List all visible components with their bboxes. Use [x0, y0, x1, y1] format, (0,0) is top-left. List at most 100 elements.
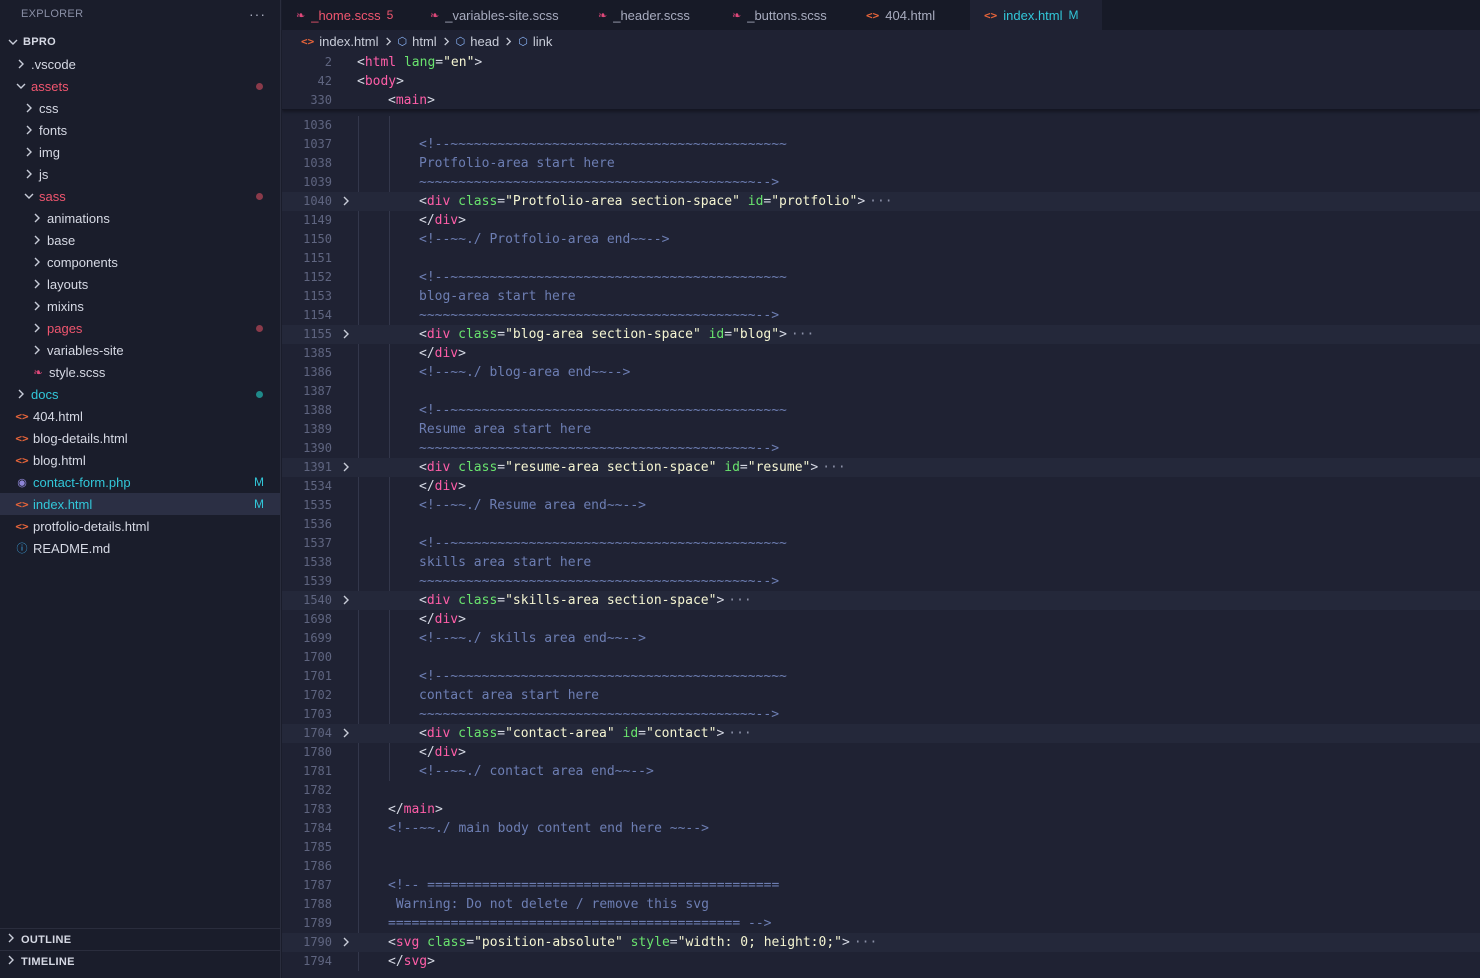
code-line[interactable]: 1036: [282, 116, 1480, 135]
folded-region-ellipsis[interactable]: ···: [869, 194, 892, 209]
tab-404-html[interactable]: <> 404.html: [852, 0, 970, 30]
code-line[interactable]: 1781 <!--~~./ contact area end~~-->: [282, 762, 1480, 781]
code-line[interactable]: 1790 <svg class="position-absolute" style…: [282, 933, 1480, 952]
code-line[interactable]: 1537 <!--~~~~~~~~~~~~~~~~~~~~~~~~~~~~~~~~…: [282, 534, 1480, 553]
chevron-right-icon[interactable]: [31, 323, 43, 333]
tree-item-assets[interactable]: assets: [0, 75, 280, 97]
folded-region-ellipsis[interactable]: ···: [822, 460, 845, 475]
code-line[interactable]: 1154 ~~~~~~~~~~~~~~~~~~~~~~~~~~~~~~~~~~~~…: [282, 306, 1480, 325]
folded-region-ellipsis[interactable]: ···: [728, 726, 751, 741]
code-line[interactable]: 1703 ~~~~~~~~~~~~~~~~~~~~~~~~~~~~~~~~~~~~…: [282, 705, 1480, 724]
fold-chevron-icon[interactable]: [341, 591, 353, 611]
code-line[interactable]: 1155 <div class="blog-area section-space"…: [282, 325, 1480, 344]
chevron-down-icon[interactable]: [23, 191, 35, 201]
chevron-down-icon[interactable]: [7, 37, 19, 47]
code-line[interactable]: 1538 skills area start here: [282, 553, 1480, 572]
sticky-code-line[interactable]: 2 <html lang="en">: [282, 53, 1480, 72]
tree-item-layouts[interactable]: layouts: [0, 273, 280, 295]
code-line[interactable]: 1784 <!--~~./ main body content end here …: [282, 819, 1480, 838]
folded-region-ellipsis[interactable]: ···: [854, 935, 877, 950]
chevron-right-icon[interactable]: [31, 301, 43, 311]
tree-item-mixins[interactable]: mixins: [0, 295, 280, 317]
chevron-right-icon[interactable]: [31, 235, 43, 245]
tab-home-scss[interactable]: ❧ _home.scss 5: [282, 0, 416, 30]
chevron-right-icon[interactable]: [31, 345, 43, 355]
chevron-right-icon[interactable]: [23, 169, 35, 179]
tree-item-sass[interactable]: sass: [0, 185, 280, 207]
tree-item-style-scss[interactable]: ❧ style.scss: [0, 361, 280, 383]
code-line[interactable]: 1698 </div>: [282, 610, 1480, 629]
tab-index-html[interactable]: <> index.html M: [970, 0, 1102, 30]
code-line[interactable]: 1040 <div class="Protfolio-area section-s…: [282, 192, 1480, 211]
chevron-right-icon[interactable]: [31, 279, 43, 289]
fold-chevron-icon[interactable]: [341, 325, 353, 345]
tree-item-vscode[interactable]: .vscode: [0, 53, 280, 75]
code-line[interactable]: 1039 ~~~~~~~~~~~~~~~~~~~~~~~~~~~~~~~~~~~~…: [282, 173, 1480, 192]
fold-chevron-icon[interactable]: [341, 458, 353, 478]
tree-item-blog-html[interactable]: <> blog.html: [0, 449, 280, 471]
chevron-right-icon[interactable]: [31, 257, 43, 267]
code-line[interactable]: 1534 </div>: [282, 477, 1480, 496]
code-line[interactable]: 1788 Warning: Do not delete / remove thi…: [282, 895, 1480, 914]
code-line[interactable]: 1704 <div class="contact-area" id="contac…: [282, 724, 1480, 743]
sticky-code-line[interactable]: 330 <main>: [282, 91, 1480, 110]
breadcrumb-item[interactable]: index.html: [319, 34, 378, 49]
code-line[interactable]: 1536: [282, 515, 1480, 534]
code-line[interactable]: 1539 ~~~~~~~~~~~~~~~~~~~~~~~~~~~~~~~~~~~~…: [282, 572, 1480, 591]
chevron-right-icon[interactable]: [15, 389, 27, 399]
chevron-right-icon[interactable]: [31, 213, 43, 223]
tab-buttons-scss[interactable]: ❧ _buttons.scss: [718, 0, 852, 30]
tree-item-404-html[interactable]: <> 404.html: [0, 405, 280, 427]
outline-section[interactable]: OUTLINE: [0, 928, 280, 950]
tree-item-animations[interactable]: animations: [0, 207, 280, 229]
code-line[interactable]: 1038 Protfolio-area start here: [282, 154, 1480, 173]
code-line[interactable]: 1702 contact area start here: [282, 686, 1480, 705]
code-line[interactable]: 1535 <!--~~./ Resume area end~~-->: [282, 496, 1480, 515]
code-editor[interactable]: 2 <html lang="en"> 42 <body> 330 <main> 1036 1…: [282, 52, 1480, 978]
code-line[interactable]: 1151: [282, 249, 1480, 268]
breadcrumb-item[interactable]: html: [412, 34, 437, 49]
code-line[interactable]: 1540 <div class="skills-area section-spac…: [282, 591, 1480, 610]
fold-chevron-icon[interactable]: [341, 192, 353, 212]
chevron-down-icon[interactable]: [15, 81, 27, 91]
chevron-right-icon[interactable]: [23, 103, 35, 113]
sticky-scroll-header[interactable]: 2 <html lang="en"> 42 <body> 330 <main>: [282, 52, 1480, 110]
tree-item-variables-site[interactable]: variables-site: [0, 339, 280, 361]
tree-item-contact-form-php[interactable]: ◉ contact-form.php M: [0, 471, 280, 493]
tree-item-docs[interactable]: docs: [0, 383, 280, 405]
chevron-right-icon[interactable]: [15, 59, 27, 69]
code-line[interactable]: 1700: [282, 648, 1480, 667]
tree-item-img[interactable]: img: [0, 141, 280, 163]
chevron-right-icon[interactable]: [23, 147, 35, 157]
code-line[interactable]: 1701 <!--~~~~~~~~~~~~~~~~~~~~~~~~~~~~~~~~…: [282, 667, 1480, 686]
code-line[interactable]: 1794 </svg>: [282, 952, 1480, 971]
code-line[interactable]: 1386 <!--~~./ blog-area end~~-->: [282, 363, 1480, 382]
breadcrumb-item[interactable]: head: [470, 34, 499, 49]
tree-item-bpro[interactable]: BPRO: [0, 31, 280, 53]
code-line[interactable]: 1388 <!--~~~~~~~~~~~~~~~~~~~~~~~~~~~~~~~~…: [282, 401, 1480, 420]
fold-chevron-icon[interactable]: [341, 933, 353, 953]
tree-item-index-html[interactable]: <> index.html M: [0, 493, 280, 515]
tree-item-components[interactable]: components: [0, 251, 280, 273]
code-line[interactable]: 1037 <!--~~~~~~~~~~~~~~~~~~~~~~~~~~~~~~~~…: [282, 135, 1480, 154]
tree-item-pages[interactable]: pages: [0, 317, 280, 339]
code-line[interactable]: 1787 <!-- ===============================…: [282, 876, 1480, 895]
folded-region-ellipsis[interactable]: ···: [728, 593, 751, 608]
code-line[interactable]: 1390 ~~~~~~~~~~~~~~~~~~~~~~~~~~~~~~~~~~~~…: [282, 439, 1480, 458]
code-line[interactable]: 1150 <!--~~./ Protfolio-area end~~-->: [282, 230, 1480, 249]
code-line[interactable]: 1391 <div class="resume-area section-spac…: [282, 458, 1480, 477]
code-line[interactable]: 1783 </main>: [282, 800, 1480, 819]
code-line[interactable]: 1786: [282, 857, 1480, 876]
timeline-section[interactable]: TIMELINE: [0, 950, 280, 972]
code-line[interactable]: 1780 </div>: [282, 743, 1480, 762]
code-line[interactable]: 1789 ====================================…: [282, 914, 1480, 933]
breadcrumb-item[interactable]: link: [533, 34, 553, 49]
code-line[interactable]: 1389 Resume area start here: [282, 420, 1480, 439]
code-line[interactable]: 1782: [282, 781, 1480, 800]
tab-header-scss[interactable]: ❧ _header.scss: [584, 0, 718, 30]
sticky-code-line[interactable]: 42 <body>: [282, 72, 1480, 91]
tree-item-readme-md[interactable]: ⓘ README.md: [0, 537, 280, 559]
fold-chevron-icon[interactable]: [341, 724, 353, 744]
tree-item-blog-details-html[interactable]: <> blog-details.html: [0, 427, 280, 449]
tab-variables-site-scss[interactable]: ❧ _variables-site.scss: [416, 0, 584, 30]
